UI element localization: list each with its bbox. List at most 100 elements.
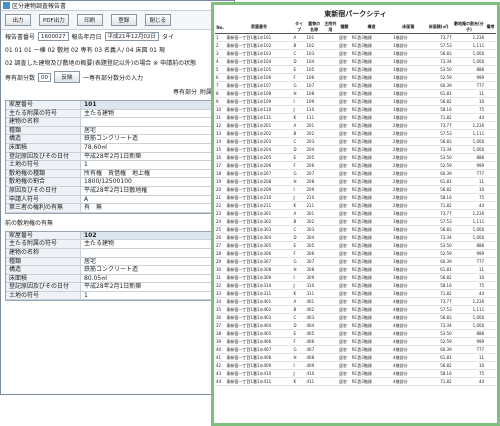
cell-house-no: 東新宿一丁目1番1の206 — [225, 161, 293, 170]
table-row: 14 東新宿一丁目1番1の203 C 203 居宅 RC造3階建 2階部分 56.83 1,00… — [215, 137, 496, 146]
cell-remarks — [485, 33, 496, 42]
field-label: 構造 — [6, 266, 81, 274]
field-value[interactable]: 102 — [81, 232, 229, 240]
cell-floor: 1階部分 — [392, 97, 425, 106]
report-no-input[interactable]: 1600027 — [38, 32, 69, 41]
report-date-select[interactable]: 平成21年12月02日 — [104, 32, 160, 41]
cell-house-no: 東新宿一丁目1番1の201 — [225, 121, 293, 130]
field-value[interactable]: 鉄筋コンクリート造 — [81, 135, 229, 143]
col-header: 敷地権の割合(分子) — [452, 21, 486, 34]
cell-structure: RC造3階建 — [350, 97, 393, 106]
output-button[interactable]: 出力 — [5, 14, 31, 26]
cell-kind: 居宅 — [337, 121, 351, 130]
table-row: 10 東新宿一丁目1番1の110 J 110 居宅 RC造3階建 1階部分 58.16 75 — [215, 105, 496, 114]
cell-type: K — [292, 113, 306, 122]
field-value[interactable]: 101 — [81, 101, 229, 109]
cell-kind: 居宅 — [337, 337, 351, 346]
col-header: 家屋番号 — [225, 21, 293, 34]
cell-area: 53.50 — [424, 241, 453, 250]
field-value[interactable]: 平成28年2月1日敷地権 — [81, 187, 229, 195]
cell-area: 71.82 — [424, 289, 453, 298]
cell-type: F — [292, 161, 306, 170]
cell-kind: 居宅 — [337, 297, 351, 306]
register-button[interactable]: 登録 — [110, 14, 137, 26]
exclusive-checkbox[interactable]: 専有部分 — [173, 87, 197, 96]
field-value[interactable]: 平成28年2月1日新築 — [81, 283, 229, 291]
table-header-row: No. 家屋番号 タイプ 建物の名称 主附共用 種類 構造 床面積 床面積(㎡)… — [215, 21, 496, 34]
print-button[interactable]: 印刷 — [76, 14, 103, 26]
cell-building-name: 407 — [305, 345, 323, 354]
field-value[interactable] — [81, 249, 229, 257]
field-value[interactable]: 居宅 — [81, 127, 229, 135]
reflect-button[interactable]: 反映 — [54, 71, 81, 83]
cell-remarks — [485, 225, 496, 234]
cell-house-no: 東新宿一丁目1番1の111 — [225, 113, 293, 122]
field-label: 建物の名称 — [6, 118, 81, 126]
cell-kind: 居宅 — [337, 281, 351, 290]
cell-share: 999 — [452, 337, 486, 346]
field-value[interactable]: 78.60㎡ — [81, 144, 229, 152]
col-header: 種類 — [337, 21, 351, 34]
cell-building-name: 401 — [305, 297, 323, 306]
field-value[interactable]: 1 — [81, 292, 229, 300]
col-header: 備考 — [485, 21, 496, 34]
unit-table-body: 1 東新宿一丁目1番1の101 A 101 居宅 RC造3階建 1階部分 73.77 1,236… — [215, 33, 496, 386]
section-tabs[interactable]: 01 01 01 一棟 02 敷地 02 専有 03 名義人/ 04 床図 01… — [1, 43, 234, 56]
table-row: 44 東新宿一丁目1番1の411 K 411 居宅 RC造3階建 4階部分 71.82 44 — [215, 377, 496, 386]
field-value[interactable]: 主たる建物 — [81, 110, 229, 118]
cell-structure: RC造3階建 — [350, 89, 393, 98]
field-value[interactable] — [81, 118, 229, 126]
close-button[interactable]: 閉じる — [144, 14, 171, 26]
cell-share: 777 — [452, 257, 486, 266]
field-value[interactable]: 1 — [81, 161, 229, 169]
cell-main-annex — [322, 97, 338, 106]
side-note: 前の敷地権の有無 — [1, 216, 234, 229]
cell-no: 19 — [215, 177, 226, 186]
cell-area: 53.50 — [424, 153, 453, 162]
cell-kind: 居宅 — [337, 209, 351, 218]
cell-share: 10 — [452, 97, 486, 106]
cell-kind: 居宅 — [337, 321, 351, 330]
cell-house-no: 東新宿一丁目1番1の207 — [225, 169, 293, 178]
cell-remarks — [485, 209, 496, 218]
cell-building-name: 309 — [305, 273, 323, 282]
cell-no: 14 — [215, 137, 226, 146]
unit-detail-grid-2: 家屋番号 102 主たる附属の符号 主たる建物 建物の名称 種類 居宅 構造 鉄筋コンク… — [5, 230, 230, 302]
cell-type: A — [292, 33, 306, 42]
cell-type: I — [292, 185, 306, 194]
cell-type: B — [292, 41, 306, 50]
field-value[interactable]: 主たる建物 — [81, 240, 229, 248]
field-value[interactable]: 鉄筋コンクリート造 — [81, 266, 229, 274]
pdf-output-button[interactable]: PDF出力 — [39, 14, 69, 26]
cell-no: 27 — [215, 241, 226, 250]
cell-structure: RC造3階建 — [350, 305, 393, 314]
field-value[interactable]: A — [81, 196, 229, 204]
field-value[interactable]: 所有権 賃借権 地上権 — [81, 170, 229, 178]
cell-share: 1,000 — [452, 233, 486, 242]
field-value[interactable]: 1800/12500100 — [81, 178, 229, 186]
cell-floor: 1階部分 — [392, 57, 425, 66]
cell-structure: RC造3階建 — [350, 241, 393, 250]
cell-main-annex — [322, 369, 338, 378]
field-label: 土地の符号 — [6, 291, 81, 300]
cell-main-annex — [322, 81, 338, 90]
table-row: 19 東新宿一丁目1番1の208 H 208 居宅 RC造3階建 2階部分 61.81 11 — [215, 177, 496, 186]
cell-structure: RC造3階建 — [350, 81, 393, 90]
field-value[interactable]: 居宅 — [81, 258, 229, 266]
cell-main-annex — [322, 113, 338, 122]
title-bar: 区分建物調査報告書 — [1, 1, 234, 11]
cell-type: H — [292, 177, 306, 186]
cell-share: 1,000 — [452, 145, 486, 154]
field-value[interactable]: 平成28年2月1日新築 — [81, 153, 229, 161]
cell-main-annex — [322, 169, 338, 178]
table-row: 15 東新宿一丁目1番1の204 D 204 居宅 RC造3階建 2階部分 73.34 1,00… — [215, 145, 496, 154]
cell-structure: RC造3階建 — [350, 345, 393, 354]
field-value[interactable]: 80.05㎡ — [81, 275, 229, 283]
cell-area: 61.81 — [424, 177, 453, 186]
cell-kind: 居宅 — [337, 249, 351, 258]
field-value[interactable]: 有 無 — [81, 204, 229, 212]
part-count-input[interactable]: 00 — [38, 72, 52, 82]
cell-no: 33 — [215, 289, 226, 298]
cell-kind: 居宅 — [337, 257, 351, 266]
cell-no: 30 — [215, 265, 226, 274]
